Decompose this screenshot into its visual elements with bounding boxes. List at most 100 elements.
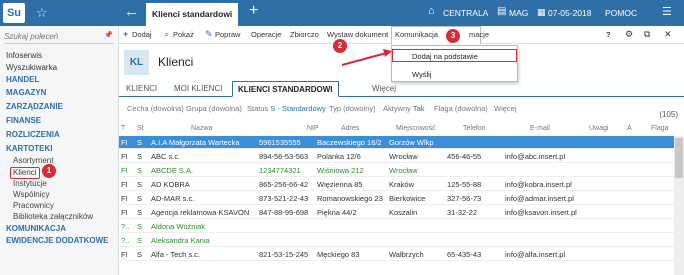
sidebar-item-finanse[interactable]: FINANSE bbox=[6, 116, 41, 126]
step-badge-3: 3 bbox=[446, 29, 460, 43]
cell-t: ?.. bbox=[121, 236, 130, 245]
table-row[interactable]: FI S ABC s.c. 894-56-53-563 Polanka 12/6 Wroc… bbox=[119, 150, 674, 163]
favorites-star-icon[interactable]: ☆ bbox=[36, 5, 48, 21]
filter-cecha[interactable]: Cecha (dowolna) bbox=[127, 104, 184, 113]
filter-flaga[interactable]: Flaga (dowolna) bbox=[434, 104, 488, 113]
col-header-email[interactable]: E-mail bbox=[530, 125, 550, 132]
cell-st: S bbox=[137, 222, 143, 231]
back-arrow-icon[interactable]: ← bbox=[124, 3, 139, 20]
cell-name: Aleksandra Kania bbox=[151, 236, 210, 245]
scrollbar-thumb[interactable] bbox=[675, 138, 683, 178]
table-row[interactable]: FI S AD KOBRA 865-256-66-42 Więzienna 85 Krak… bbox=[119, 178, 674, 191]
sidebar-item-kartoteki[interactable]: KARTOTEKI bbox=[6, 144, 53, 154]
table-row[interactable]: FI S AD-MAR s.c. 873-521-22-43 Romanowskiego… bbox=[119, 192, 674, 205]
help-icon[interactable]: ? bbox=[606, 30, 611, 39]
dropdown-item-send[interactable]: Wyślij bbox=[412, 70, 432, 79]
communication-button[interactable]: Komunikacja bbox=[395, 30, 438, 39]
table-row[interactable]: FI S Alfa - Tech s.c. 821-53-15-245 Męckiego… bbox=[119, 248, 674, 261]
cell-city: Wałbrzych bbox=[389, 250, 424, 259]
collective-button[interactable]: Zbiorczo bbox=[290, 30, 319, 39]
cell-city: Wrocław bbox=[389, 152, 418, 161]
sidebar-item-klienci[interactable]: Klienci bbox=[10, 167, 40, 179]
cell-tel: 31-32-22 bbox=[447, 208, 478, 217]
warehouse-label[interactable]: MAG bbox=[509, 8, 528, 18]
sidebar-item-zarzadzanie[interactable]: ZARZĄDZANIE bbox=[6, 102, 63, 112]
col-header-name[interactable]: Nazwa bbox=[191, 125, 212, 132]
col-header-st[interactable]: St bbox=[137, 125, 144, 132]
cell-nip: 865-256-66-42 bbox=[259, 180, 309, 189]
edit-button[interactable]: Popraw bbox=[215, 30, 240, 39]
col-header-t[interactable]: T bbox=[121, 125, 125, 132]
add-button[interactable]: Dodaj bbox=[132, 30, 152, 39]
tab-klienci[interactable]: KLIENCI bbox=[126, 84, 157, 93]
popout-icon[interactable]: ⧉ bbox=[644, 29, 650, 40]
cell-st: S bbox=[137, 208, 143, 217]
col-header-nip[interactable]: NIP bbox=[307, 125, 319, 132]
col-header-flag[interactable]: Flaga bbox=[651, 125, 669, 132]
col-header-a[interactable]: A bbox=[627, 125, 632, 132]
show-button[interactable]: Pokaż bbox=[173, 30, 194, 39]
filter-status[interactable]: Status S - Standardowy bbox=[247, 104, 326, 113]
sidebar-item-magazyn[interactable]: MAGAZYN bbox=[6, 88, 46, 98]
sidebar-item-wyszukiwarka[interactable]: Wyszukiwarka bbox=[6, 63, 57, 73]
filter-aktywny[interactable]: Aktywny Tak bbox=[383, 104, 425, 113]
cell-tel: 456-46-55 bbox=[447, 152, 482, 161]
table-row[interactable]: ?.. S Aldona Woźniak bbox=[119, 220, 674, 233]
sidebar-search-input[interactable] bbox=[4, 30, 114, 44]
tab-bar: KLIENCI MOI KLIENCI KLIENCI STANDARDOWI … bbox=[119, 81, 684, 97]
sidebar-item-ewidencje[interactable]: EWIDENCJE DODATKOWE bbox=[6, 236, 109, 246]
cell-name: ABCDE S.A. bbox=[151, 166, 194, 175]
cell-nip: 847-88-99-698 bbox=[259, 208, 309, 217]
issue-document-button[interactable]: Wystaw dokument bbox=[327, 30, 388, 39]
sidebar-item-biblioteka[interactable]: Biblioteka załączników bbox=[13, 212, 93, 222]
more-menu-button[interactable]: macje bbox=[469, 30, 489, 39]
tab-klienci-standardowi-list[interactable]: KLIENCI STANDARDOWI bbox=[232, 81, 339, 97]
sidebar-item-komunikacja[interactable]: KOMUNIKACJA bbox=[6, 224, 66, 234]
cell-addr: Więzienna 85 bbox=[317, 180, 363, 189]
table-row[interactable]: FI S A.I.A Małgorzata Wartecka 5961535555 Ba… bbox=[119, 136, 674, 149]
cell-nip: 1234774321 bbox=[259, 166, 301, 175]
cell-t: FI bbox=[121, 152, 128, 161]
sidebar-item-pracownicy[interactable]: Pracownicy bbox=[13, 201, 54, 211]
filter-more[interactable]: Więcej bbox=[494, 104, 517, 113]
operations-button[interactable]: Operacje bbox=[251, 30, 281, 39]
col-header-address[interactable]: Adres bbox=[341, 125, 359, 132]
sidebar-item-instytucje[interactable]: Instytucje bbox=[13, 179, 47, 189]
cell-name: Aldona Woźniak bbox=[151, 222, 206, 231]
table-row[interactable]: ?.. S Aleksandra Kania bbox=[119, 234, 674, 247]
pin-icon[interactable]: 📌 bbox=[104, 31, 113, 39]
table-row[interactable]: FI S Agencja reklamowa KSAVON 847-88-99-698… bbox=[119, 206, 674, 219]
sidebar-item-rozliczenia[interactable]: ROZLICZENIA bbox=[6, 130, 60, 140]
new-tab-plus-icon[interactable]: + bbox=[249, 2, 258, 20]
help-label[interactable]: POMOC bbox=[605, 8, 637, 18]
gear-icon[interactable]: ⚙ bbox=[625, 29, 633, 40]
table-row[interactable]: FI S ABCDE S.A. 1234774321 Wiśniowa 212 Wrocł… bbox=[119, 164, 674, 177]
cell-tel: 65-435-43 bbox=[447, 250, 482, 259]
hamburger-menu-icon[interactable]: ☰ bbox=[662, 5, 672, 18]
cell-addr: Baczewskiego 16/2 bbox=[317, 138, 382, 147]
sidebar-item-handel[interactable]: HANDEL bbox=[6, 75, 39, 85]
cell-name: Alfa - Tech s.c. bbox=[151, 250, 201, 259]
filter-typ[interactable]: Typ (dowolny) bbox=[329, 104, 376, 113]
date-label[interactable]: 07-05-2018 bbox=[548, 8, 591, 18]
vertical-scrollbar[interactable] bbox=[674, 136, 684, 275]
filter-grupa[interactable]: Grupa (dowolna) bbox=[186, 104, 242, 113]
col-header-notes[interactable]: Uwagi bbox=[589, 125, 608, 132]
tab-moi-klienci[interactable]: MOI KLIENCI bbox=[174, 84, 222, 93]
col-header-city[interactable]: Miejscowość bbox=[396, 125, 436, 132]
cell-addr: Wiśniowa 212 bbox=[317, 166, 364, 175]
sidebar-item-wspolnicy[interactable]: Wspólnicy bbox=[13, 190, 49, 200]
cell-city: Wrocław bbox=[389, 166, 418, 175]
cell-t: FI bbox=[121, 250, 128, 259]
tab-wiecej[interactable]: Więcej bbox=[372, 84, 396, 93]
close-icon[interactable]: ✕ bbox=[664, 29, 672, 40]
dropdown-item-add-based-on[interactable]: Dodaj na podstawie bbox=[412, 52, 478, 61]
warehouse-icon: ▤ bbox=[497, 6, 507, 17]
sidebar-item-infoserwis[interactable]: Infoserwis bbox=[6, 51, 42, 61]
sidebar: 📌 Infoserwis Wyszukiwarka HANDEL MAGAZYN… bbox=[0, 26, 119, 275]
filter-status-label: Status bbox=[247, 104, 269, 113]
calendar-icon: ▦ bbox=[537, 7, 546, 17]
tab-klienci-standardowi[interactable]: Klienci standardowi bbox=[146, 3, 238, 26]
company-label[interactable]: CENTRALA bbox=[443, 8, 488, 18]
col-header-phone[interactable]: Telefon bbox=[463, 125, 486, 132]
